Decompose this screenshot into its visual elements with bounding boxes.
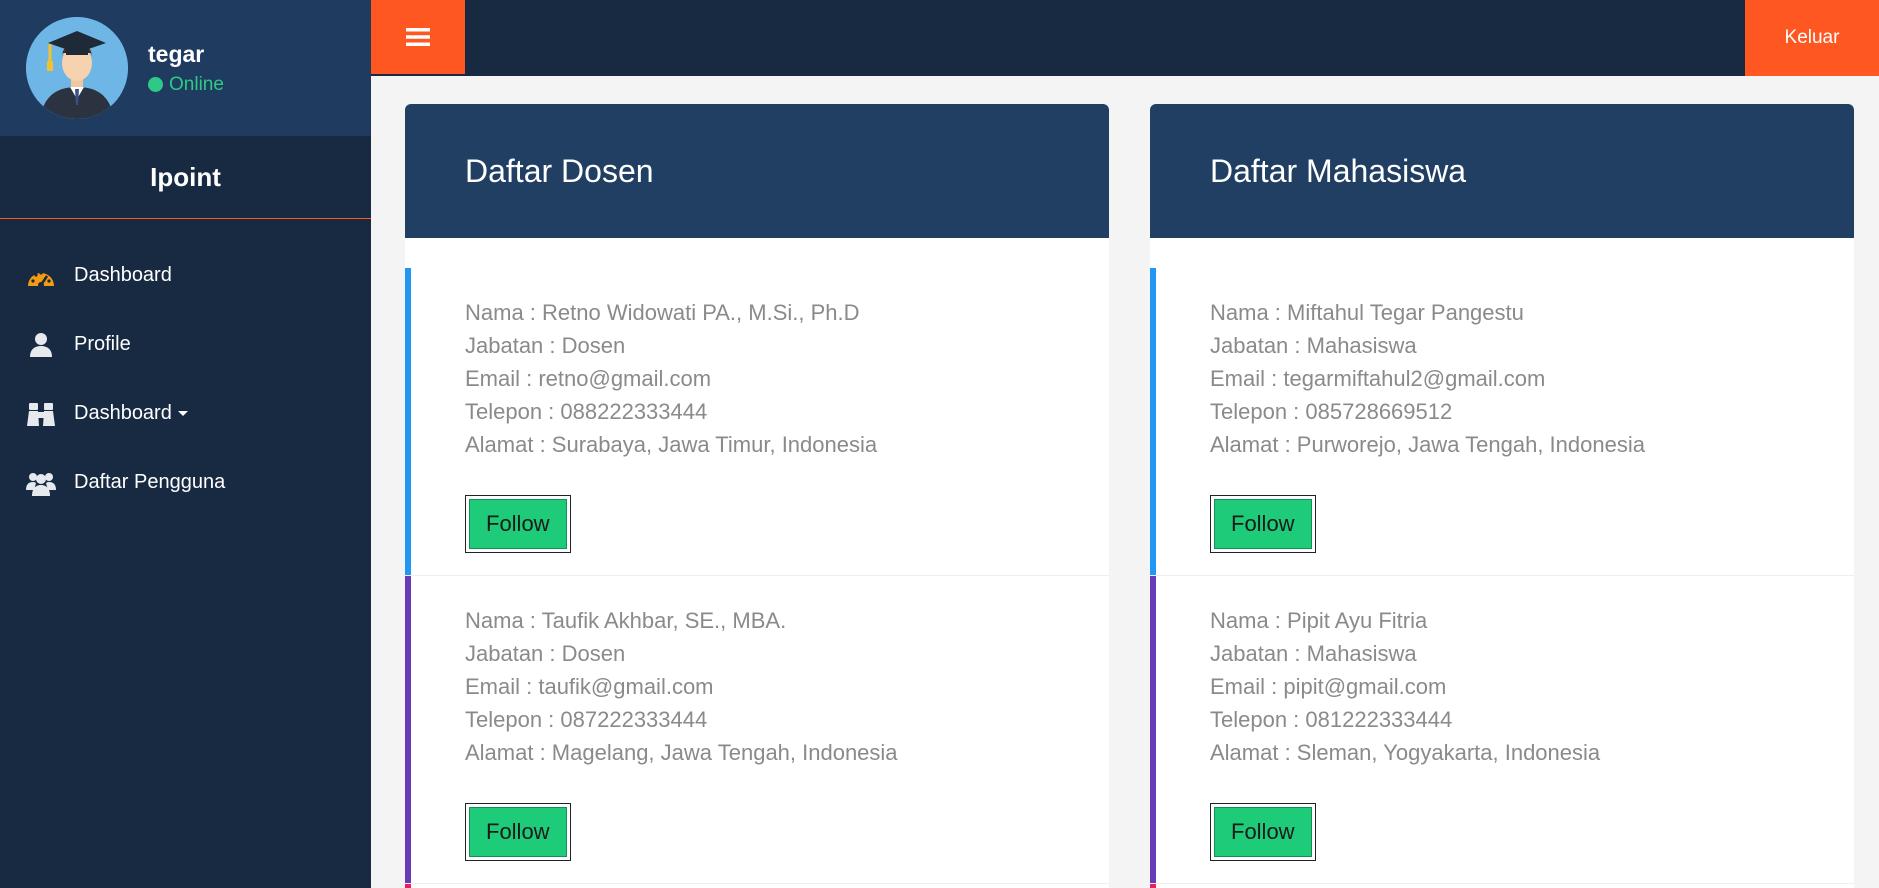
follow-button[interactable]: Follow xyxy=(1214,499,1312,549)
entry-telepon: Telepon : 088222333444 xyxy=(465,399,708,424)
entry-jabatan: Jabatan : Dosen xyxy=(465,641,626,666)
entry-alamat: Alamat : Magelang, Jawa Tengah, Indonesi… xyxy=(465,740,898,765)
binoculars-icon xyxy=(26,400,56,428)
entry-email: Email : tegarmiftahul2@gmail.com xyxy=(1210,366,1546,391)
mahasiswa-panel: Daftar Mahasiswa Nama : Miftahul Tegar P… xyxy=(1150,104,1854,888)
sidebar-item-label: Dashboard xyxy=(74,264,172,286)
accent-bar xyxy=(405,576,411,883)
entry-email: Email : pipit@gmail.com xyxy=(1210,674,1447,699)
entry-jabatan: Jabatan : Mahasiswa xyxy=(1210,641,1417,666)
list-item: Nama : Miftahul Tegar Pangestu Jabatan :… xyxy=(1150,268,1854,576)
sidebar-item-label: Daftar Pengguna xyxy=(74,471,226,493)
entry-telepon: Telepon : 085728669512 xyxy=(1210,399,1453,424)
list-item xyxy=(1150,884,1854,888)
sidebar-item-dashboard-dropdown[interactable]: Dashboard xyxy=(0,379,371,448)
entry-jabatan: Jabatan : Mahasiswa xyxy=(1210,333,1417,358)
sidebar-item-label: Dashboard xyxy=(74,402,172,424)
accent-bar xyxy=(1150,268,1156,575)
accent-bar xyxy=(405,268,411,575)
sidebar-menu: Dashboard Profile Dashboard Daftar Pengg… xyxy=(0,219,371,517)
hamburger-icon xyxy=(406,28,430,46)
list-item: Nama : Taufik Akhbar, SE., MBA. Jabatan … xyxy=(405,576,1109,884)
sidebar-item-daftar-pengguna[interactable]: Daftar Pengguna xyxy=(0,448,371,517)
user-name: tegar xyxy=(148,40,205,67)
sidebar-item-dashboard[interactable]: Dashboard xyxy=(0,241,371,310)
caret-down-icon xyxy=(177,411,188,416)
panel-title: Daftar Dosen xyxy=(405,104,1109,238)
accent-bar xyxy=(405,884,411,888)
panel-title: Daftar Mahasiswa xyxy=(1150,104,1854,238)
brand-title: Ipoint xyxy=(0,136,371,219)
follow-button-frame: Follow xyxy=(1210,803,1316,861)
user-status: Online xyxy=(148,74,224,96)
sidebar: tegar Online Ipoint Dashboard Profile Da… xyxy=(0,0,371,888)
users-icon xyxy=(26,469,56,497)
list-item: Nama : Retno Widowati PA., M.Si., Ph.D J… xyxy=(405,268,1109,576)
entry-alamat: Alamat : Sleman, Yogyakarta, Indonesia xyxy=(1210,740,1601,765)
entry-alamat: Alamat : Surabaya, Jawa Timur, Indonesia xyxy=(465,432,878,457)
online-status-icon xyxy=(148,77,163,92)
entry-nama: Nama : Retno Widowati PA., M.Si., Ph.D xyxy=(465,300,860,325)
entry-nama: Nama : Pipit Ayu Fitria xyxy=(1210,608,1428,633)
follow-button-frame: Follow xyxy=(1210,495,1316,553)
user-icon xyxy=(26,331,56,359)
avatar xyxy=(26,17,128,119)
follow-button[interactable]: Follow xyxy=(469,499,567,549)
entry-email: Email : taufik@gmail.com xyxy=(465,674,714,699)
list-item xyxy=(405,884,1109,888)
follow-button-frame: Follow xyxy=(465,803,571,861)
follow-button[interactable]: Follow xyxy=(469,807,567,857)
follow-button-frame: Follow xyxy=(465,495,571,553)
dosen-panel: Daftar Dosen Nama : Retno Widowati PA., … xyxy=(405,104,1109,888)
user-status-label: Online xyxy=(169,73,224,95)
dashboard-icon xyxy=(26,262,56,290)
entry-email: Email : retno@gmail.com xyxy=(465,366,712,391)
entry-alamat: Alamat : Purworejo, Jawa Tengah, Indones… xyxy=(1210,432,1645,457)
user-panel: tegar Online xyxy=(0,0,371,136)
dosen-list: Nama : Retno Widowati PA., M.Si., Ph.D J… xyxy=(405,238,1109,888)
follow-button[interactable]: Follow xyxy=(1214,807,1312,857)
list-item: Nama : Pipit Ayu Fitria Jabatan : Mahasi… xyxy=(1150,576,1854,884)
entry-telepon: Telepon : 087222333444 xyxy=(465,707,708,732)
entry-jabatan: Jabatan : Dosen xyxy=(465,333,626,358)
mahasiswa-list: Nama : Miftahul Tegar Pangestu Jabatan :… xyxy=(1150,238,1854,888)
sidebar-item-profile[interactable]: Profile xyxy=(0,310,371,379)
accent-bar xyxy=(1150,884,1156,888)
entry-nama: Nama : Miftahul Tegar Pangestu xyxy=(1210,300,1524,325)
top-navbar: Keluar xyxy=(371,0,1879,76)
logout-button[interactable]: Keluar xyxy=(1745,0,1879,76)
entry-telepon: Telepon : 081222333444 xyxy=(1210,707,1453,732)
sidebar-item-label: Profile xyxy=(74,333,131,355)
entry-nama: Nama : Taufik Akhbar, SE., MBA. xyxy=(465,608,787,633)
sidebar-toggle-button[interactable] xyxy=(371,0,465,74)
accent-bar xyxy=(1150,576,1156,883)
